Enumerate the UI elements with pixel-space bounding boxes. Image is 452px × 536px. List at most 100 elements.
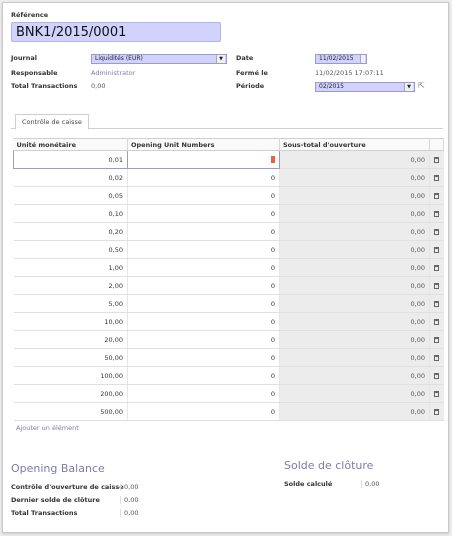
add-line-link[interactable]: Ajouter un élément	[16, 424, 79, 432]
total-transactions-label: Total Transactions	[11, 82, 78, 90]
unit-cell[interactable]: 10,00	[13, 312, 128, 331]
subtotal-cell: 0,00	[279, 312, 430, 331]
controle-ouverture-label: Contrôle d'ouverture de caisse	[11, 483, 124, 491]
unit-cell[interactable]: 0,50	[13, 240, 128, 259]
trash-icon	[434, 174, 440, 181]
table-row: 2,00 0 0,00	[13, 276, 444, 295]
opening-number-cell[interactable]: 0	[127, 258, 280, 277]
solde-calcule-value: 0,00	[361, 480, 379, 488]
opening-number-cell[interactable]: 0	[127, 402, 280, 421]
delete-row-button[interactable]	[429, 384, 444, 403]
delete-row-button[interactable]	[429, 366, 444, 385]
unit-cell[interactable]: 100,00	[13, 366, 128, 385]
unit-cell[interactable]: 0,20	[13, 222, 128, 241]
unit-cell[interactable]: 500,00	[13, 402, 128, 421]
delete-row-button[interactable]	[429, 150, 444, 169]
periode-select-value: 02/2015	[319, 83, 344, 90]
delete-row-button[interactable]	[429, 330, 444, 349]
periode-label: Période	[236, 82, 265, 90]
table-row: 200,00 0 0,00	[13, 384, 444, 403]
unit-cell[interactable]: 0,05	[13, 186, 128, 205]
table-row: 1,00 0 0,00	[13, 258, 444, 277]
unit-cell[interactable]: 0,10	[13, 204, 128, 223]
delete-row-button[interactable]	[429, 186, 444, 205]
table-row: 0,05 0 0,00	[13, 186, 444, 205]
column-header-unit[interactable]: Unité monétaire	[13, 138, 128, 151]
subtotal-cell: 0,00	[279, 222, 430, 241]
table-row: 500,00 0 0,00	[13, 402, 444, 421]
table-row: 0,10 0 0,00	[13, 204, 444, 223]
trash-icon	[434, 246, 440, 253]
unit-cell[interactable]: 0,01	[13, 150, 128, 169]
unit-cell[interactable]: 50,00	[13, 348, 128, 367]
delete-row-button[interactable]	[429, 348, 444, 367]
delete-row-button[interactable]	[429, 240, 444, 259]
tab-controle-de-caisse[interactable]: Contrôle de caisse	[15, 114, 89, 130]
subtotal-cell: 0,00	[279, 366, 430, 385]
trash-icon	[434, 300, 440, 307]
column-header-opening-number[interactable]: Opening Unit Numbers	[127, 138, 280, 151]
delete-row-button[interactable]	[429, 312, 444, 331]
opening-number-cell[interactable]: 0	[127, 330, 280, 349]
opening-number-value: 0	[270, 353, 275, 362]
unit-cell[interactable]: 200,00	[13, 384, 128, 403]
unit-cell[interactable]: 0,02	[13, 168, 128, 187]
opening-number-cell[interactable]: 0	[127, 204, 280, 223]
opening-number-value: 0	[270, 299, 275, 308]
unit-cell[interactable]: 1,00	[13, 258, 128, 277]
opening-number-cell[interactable]: 0	[127, 168, 280, 187]
delete-row-button[interactable]	[429, 276, 444, 295]
table-body: 0,01 0,00 0,02 0 0,00 0,05 0 0,00 0,10 0 0,00 0,20 0…	[13, 150, 444, 421]
external-link-icon[interactable]: ⇱	[418, 81, 425, 90]
chevron-down-icon[interactable]: ▼	[404, 83, 413, 91]
trash-icon	[434, 354, 440, 361]
opening-number-value: 0	[270, 281, 275, 290]
responsable-link[interactable]: Administrator	[91, 69, 135, 77]
opening-number-cell[interactable]: 0	[127, 240, 280, 259]
opening-number-cell[interactable]: 0	[127, 186, 280, 205]
delete-row-button[interactable]	[429, 402, 444, 421]
subtotal-cell: 0,00	[279, 294, 430, 313]
periode-select[interactable]: 02/2015 ▼	[315, 82, 415, 92]
reference-input[interactable]: BNK1/2015/0001	[11, 22, 221, 42]
opening-total-transactions-label: Total Transactions	[11, 509, 78, 517]
total-transactions-value: 0,00	[91, 82, 106, 90]
unit-cell[interactable]: 20,00	[13, 330, 128, 349]
opening-number-cell[interactable]	[127, 150, 280, 169]
table-row: 100,00 0 0,00	[13, 366, 444, 385]
trash-icon	[434, 318, 440, 325]
journal-select[interactable]: Liquidités (EUR) ▼	[91, 54, 227, 64]
cashbox-lines-table: Unité monétaire Opening Unit Numbers Sou…	[13, 138, 444, 421]
opening-number-value: 0	[270, 263, 275, 272]
trash-icon	[434, 408, 440, 415]
table-header-row: Unité monétaire Opening Unit Numbers Sou…	[13, 138, 444, 151]
dernier-solde-label: Dernier solde de clôture	[11, 496, 100, 504]
opening-number-cell[interactable]: 0	[127, 276, 280, 295]
opening-balance-title: Opening Balance	[11, 462, 105, 475]
opening-number-cell[interactable]: 0	[127, 348, 280, 367]
form-sheet: Référence BNK1/2015/0001 Journal Liquidi…	[2, 2, 449, 533]
table-row: 0,01 0,00	[13, 150, 444, 169]
subtotal-cell: 0,00	[279, 168, 430, 187]
opening-number-value: 0	[270, 407, 275, 416]
delete-row-button[interactable]	[429, 258, 444, 277]
opening-number-cell[interactable]: 0	[127, 222, 280, 241]
delete-row-button[interactable]	[429, 168, 444, 187]
delete-row-button[interactable]	[429, 204, 444, 223]
calendar-icon[interactable]	[360, 55, 365, 63]
date-label: Date	[236, 54, 254, 62]
chevron-down-icon[interactable]: ▼	[216, 55, 225, 63]
unit-cell[interactable]: 5,00	[13, 294, 128, 313]
opening-number-cell[interactable]: 0	[127, 366, 280, 385]
opening-number-value: 0	[270, 317, 275, 326]
opening-total-transactions-value: 0,00	[120, 509, 138, 517]
delete-row-button[interactable]	[429, 294, 444, 313]
opening-number-cell[interactable]: 0	[127, 384, 280, 403]
column-header-subtotal[interactable]: Sous-total d'ouverture	[279, 138, 430, 151]
opening-number-cell[interactable]: 0	[127, 312, 280, 331]
delete-row-button[interactable]	[429, 222, 444, 241]
opening-number-cell[interactable]: 0	[127, 294, 280, 313]
unit-cell[interactable]: 2,00	[13, 276, 128, 295]
trash-icon	[434, 210, 440, 217]
date-input[interactable]: 11/02/2015	[315, 54, 367, 64]
